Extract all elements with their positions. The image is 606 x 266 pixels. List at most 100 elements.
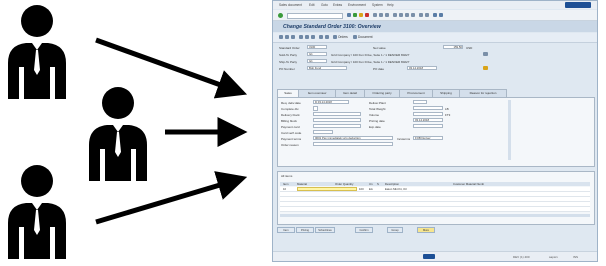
menu-edit[interactable]: Edit xyxy=(309,3,315,7)
sap-window: Sales document Edit Goto Extras Environm… xyxy=(272,0,598,262)
po-date-field[interactable]: 03.14.2018 xyxy=(407,66,437,70)
back-icon[interactable] xyxy=(353,13,357,17)
tab-reason-for-rejection[interactable]: Reason for rejection xyxy=(459,89,507,97)
deliver-plant-field[interactable] xyxy=(413,100,427,104)
delivery-block-field[interactable] xyxy=(313,112,361,116)
pricing-date-label: Pricing date xyxy=(369,119,385,123)
sold-to-detail-icon[interactable] xyxy=(483,52,488,56)
tab-item-overview[interactable]: Item overview xyxy=(298,89,336,97)
tab-sales[interactable]: Sales xyxy=(277,89,299,97)
new-session-icon[interactable] xyxy=(419,13,423,17)
order-reason-field[interactable] xyxy=(313,142,393,146)
sched-lines-button[interactable]: Sched.lines xyxy=(315,227,335,233)
confirm-button[interactable]: Confirm xyxy=(355,227,373,233)
col-description[interactable]: Description xyxy=(385,182,399,186)
payment-terms-field[interactable]: 0001 Pay immediately w/o deduction xyxy=(313,136,393,140)
col-material[interactable]: Material xyxy=(297,182,307,186)
menu-environment[interactable]: Environment xyxy=(348,3,366,7)
incoterms-field[interactable]: FOB Denver xyxy=(413,136,443,140)
exit-icon[interactable] xyxy=(359,13,363,17)
print-icon[interactable] xyxy=(373,13,377,17)
arrow-top xyxy=(95,37,248,99)
tab-ordering-party[interactable]: Ordering party xyxy=(364,89,400,97)
menu-extras[interactable]: Extras xyxy=(333,3,342,7)
item-button[interactable]: Item xyxy=(277,227,295,233)
pricing-icon[interactable] xyxy=(305,35,309,39)
complete-dlv-checkbox[interactable] xyxy=(313,106,318,111)
tab-shipping[interactable]: Shipping xyxy=(432,89,460,97)
total-weight-field xyxy=(413,106,443,110)
billing-block-field[interactable] xyxy=(313,118,361,122)
save-icon[interactable] xyxy=(347,13,351,17)
status-mode: INS xyxy=(573,255,579,259)
status-system[interactable]: DEV (1) 400 xyxy=(513,255,530,259)
customize-icon[interactable] xyxy=(439,13,443,17)
orders-button-label[interactable]: Orders xyxy=(338,35,348,39)
exp-date-label: Exp.date xyxy=(369,125,381,129)
prev-page-icon[interactable] xyxy=(399,13,403,17)
next-page-icon[interactable] xyxy=(405,13,409,17)
po-number-field[interactable]: Bob Fund xyxy=(307,66,347,70)
menu-help[interactable]: Help xyxy=(387,3,394,7)
first-page-icon[interactable] xyxy=(393,13,397,17)
cancel-icon[interactable] xyxy=(365,13,369,17)
enter-icon[interactable] xyxy=(278,13,283,18)
menu-goto[interactable]: Goto xyxy=(321,3,328,7)
net-value-label: Net value xyxy=(373,46,386,50)
sold-to-field[interactable]: G1 xyxy=(307,52,327,56)
panel-scrollbar[interactable] xyxy=(508,100,511,160)
find-icon[interactable] xyxy=(379,13,383,17)
standard-order-field[interactable]: 3100 xyxy=(307,45,327,49)
grid-horizontal-scrollbar[interactable] xyxy=(280,214,590,217)
tab-procurement[interactable]: Procurement xyxy=(399,89,433,97)
row-unit: EA xyxy=(369,187,373,191)
shortcut-icon[interactable] xyxy=(425,13,429,17)
volume-unit: FT3 xyxy=(445,113,451,117)
col-item[interactable]: Item xyxy=(283,182,288,186)
pricing-button[interactable]: Pricing xyxy=(296,227,314,233)
exp-date-field[interactable] xyxy=(413,124,443,128)
total-weight-unit: LB xyxy=(445,107,449,111)
req-deliv-date-label: Req. deliv.date xyxy=(281,101,301,105)
card-verif-code-label: Card verif.code xyxy=(281,131,302,135)
availability-icon[interactable] xyxy=(299,35,303,39)
items-grid-header xyxy=(280,182,590,186)
ship-to-field[interactable]: G1 xyxy=(307,59,327,63)
all-items-label: All items xyxy=(281,174,293,178)
header-icon[interactable] xyxy=(285,35,289,39)
orders-icon[interactable] xyxy=(333,35,337,39)
col-unit[interactable]: Un xyxy=(369,182,373,186)
find-next-icon[interactable] xyxy=(385,13,389,17)
attachment-icon[interactable] xyxy=(483,66,488,70)
help-icon[interactable] xyxy=(433,13,437,17)
partner-icon[interactable] xyxy=(311,35,315,39)
ship-to-label: Ship-To Party xyxy=(279,60,298,64)
ship-to-description: Grid Company / 100 Fun Drive, Suite 1 / … xyxy=(331,60,410,64)
copy-icon[interactable] xyxy=(319,35,323,39)
display-change-icon[interactable] xyxy=(279,35,283,39)
group-button[interactable]: Group xyxy=(387,227,403,233)
col-order-quantity[interactable]: Order Quantity xyxy=(335,182,353,186)
text-icon[interactable] xyxy=(325,35,329,39)
col-s[interactable]: S xyxy=(377,182,379,186)
standard-order-label: Standard Order xyxy=(279,46,300,50)
last-page-icon[interactable] xyxy=(411,13,415,17)
users-illustration xyxy=(8,5,248,259)
item-icon[interactable] xyxy=(291,35,295,39)
menu-system[interactable]: System xyxy=(372,3,383,7)
col-customer-material[interactable]: Customer Material Numb xyxy=(453,182,484,186)
req-deliv-date-field[interactable]: D 03.14.2018 xyxy=(313,100,349,104)
document-button-label[interactable]: Document xyxy=(358,35,373,39)
sold-to-label: Sold-To Party xyxy=(279,53,298,57)
document-icon[interactable] xyxy=(353,35,357,39)
payment-card-field[interactable] xyxy=(313,124,361,128)
menu-sales-document[interactable]: Sales document xyxy=(279,3,302,7)
material-input-highlighted[interactable] xyxy=(297,187,357,191)
card-verif-code-field[interactable] xyxy=(313,130,333,134)
person-icon-bottom xyxy=(8,165,66,259)
command-field[interactable] xyxy=(287,13,343,19)
table-row[interactable] xyxy=(280,207,590,212)
pricing-date-field[interactable]: 03.14.2018 xyxy=(413,118,443,122)
tab-item-detail[interactable]: Item detail xyxy=(335,89,365,97)
more-button[interactable]: More xyxy=(417,227,435,233)
